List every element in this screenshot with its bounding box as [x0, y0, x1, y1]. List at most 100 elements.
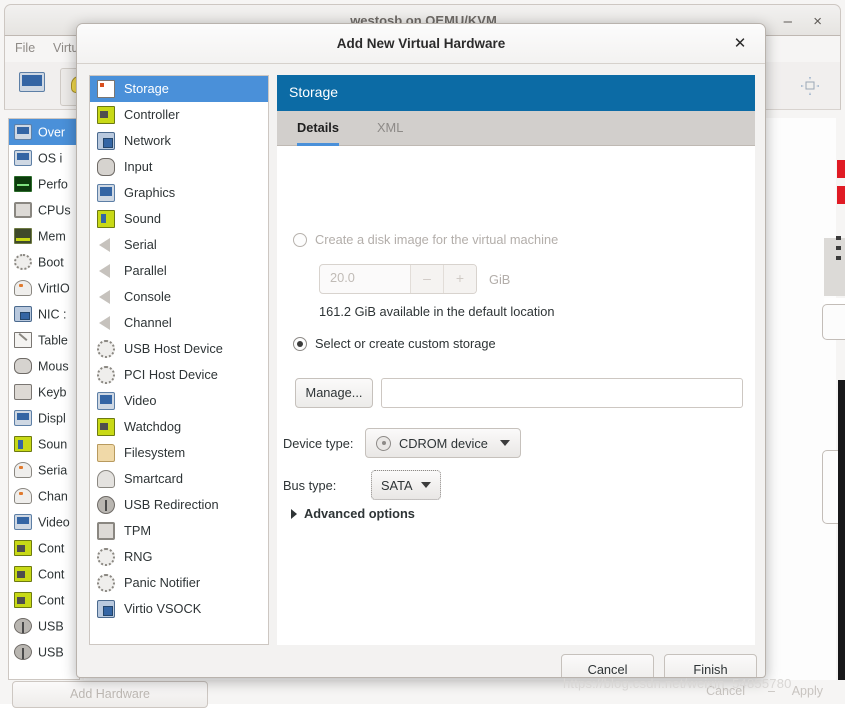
sound-icon: [12, 435, 34, 455]
screen-edge: [838, 380, 845, 680]
background-hardware-label: OS i: [38, 151, 63, 166]
network-icon: [12, 305, 34, 325]
hardware-type-item-usb-redirection[interactable]: USB Redirection: [90, 492, 268, 518]
cancel-button[interactable]: Cancel: [561, 654, 654, 677]
radio-create-disk[interactable]: [293, 232, 307, 247]
monitor-icon[interactable]: [19, 72, 45, 92]
background-hardware-item[interactable]: Soun: [9, 431, 79, 457]
disk-size-stepper[interactable]: 20.0 – +: [319, 264, 477, 294]
advanced-options-label: Advanced options: [304, 506, 415, 521]
tab-strip: Details XML: [277, 111, 755, 146]
background-hardware-label: Over: [38, 125, 66, 140]
background-hardware-item[interactable]: VirtIO: [9, 275, 79, 301]
hardware-type-item-rng[interactable]: RNG: [90, 544, 268, 570]
hardware-type-item-input[interactable]: Input: [90, 154, 268, 180]
sound-icon: [14, 435, 32, 452]
hardware-type-item-usb-host-device[interactable]: USB Host Device: [90, 336, 268, 362]
create-disk-label: Create a disk image for the virtual mach…: [315, 232, 559, 247]
hardware-type-item-controller[interactable]: Controller: [90, 102, 268, 128]
keyboard-icon: [12, 383, 34, 403]
hardware-type-item-tpm[interactable]: TPM: [90, 518, 268, 544]
create-disk-radio-row[interactable]: Create a disk image for the virtual mach…: [293, 232, 558, 247]
performance-icon: [14, 175, 32, 192]
hardware-type-item-graphics[interactable]: Graphics: [90, 180, 268, 206]
background-hardware-item[interactable]: Cont: [9, 587, 79, 613]
fullscreen-icon[interactable]: [798, 74, 822, 101]
background-hardware-item[interactable]: Mous: [9, 353, 79, 379]
hardware-type-item-network[interactable]: Network: [90, 128, 268, 154]
background-hardware-item[interactable]: Over: [9, 119, 79, 145]
disk-size-decrement-button[interactable]: –: [410, 265, 443, 293]
background-hardware-item[interactable]: Chan: [9, 483, 79, 509]
background-hardware-list[interactable]: Over OS i Perfo CPUs Mem Boot VirtIO NIC : Table…: [8, 118, 80, 680]
hardware-type-item-smartcard[interactable]: Smartcard: [90, 466, 268, 492]
hardware-type-item-watchdog[interactable]: Watchdog: [90, 414, 268, 440]
menu-file[interactable]: File: [15, 41, 35, 55]
speaker-icon: [97, 262, 115, 280]
finish-button[interactable]: Finish: [664, 654, 757, 677]
hardware-type-label: Virtio VSOCK: [124, 601, 202, 616]
background-hardware-item[interactable]: Keyb: [9, 379, 79, 405]
bus-type-select[interactable]: SATA: [371, 470, 441, 500]
tab-details[interactable]: Details: [297, 111, 339, 146]
background-apply-button[interactable]: Apply: [792, 684, 823, 698]
smartcard-icon: [97, 470, 115, 488]
storage-path-input[interactable]: [381, 378, 743, 408]
hardware-type-item-channel[interactable]: Channel: [90, 310, 268, 336]
background-hardware-item[interactable]: Displ: [9, 405, 79, 431]
network-icon: [97, 132, 115, 150]
background-hardware-item[interactable]: CPUs: [9, 197, 79, 223]
hardware-type-list[interactable]: Storage Controller Network Input Graphics Sou…: [89, 75, 269, 645]
background-hardware-item[interactable]: Perfo: [9, 171, 79, 197]
background-hardware-item[interactable]: Mem: [9, 223, 79, 249]
background-hardware-label: Video: [38, 515, 70, 530]
close-icon[interactable]: ×: [813, 13, 822, 30]
disk-size-increment-button[interactable]: +: [443, 265, 476, 293]
device-type-select[interactable]: CDROM device: [365, 428, 521, 458]
background-hardware-item[interactable]: Video: [9, 509, 79, 535]
hardware-type-item-video[interactable]: Video: [90, 388, 268, 414]
background-hardware-item[interactable]: Cont: [9, 535, 79, 561]
hardware-type-item-virtio-vsock[interactable]: Virtio VSOCK: [90, 596, 268, 622]
background-hardware-item[interactable]: Boot: [9, 249, 79, 275]
hardware-type-item-parallel[interactable]: Parallel: [90, 258, 268, 284]
accent-marker: [837, 186, 845, 204]
watermark-text: https://blog.csdn.net/weixin_54855780: [563, 676, 792, 691]
background-hardware-item[interactable]: OS i: [9, 145, 79, 171]
hardware-type-item-storage[interactable]: Storage: [90, 76, 268, 102]
monitor-icon: [12, 513, 34, 533]
hardware-type-item-filesystem[interactable]: Filesystem: [90, 440, 268, 466]
background-hardware-item[interactable]: Cont: [9, 561, 79, 587]
advanced-options-toggle[interactable]: Advanced options: [291, 506, 415, 521]
controller-icon: [12, 539, 34, 559]
hardware-type-item-sound[interactable]: Sound: [90, 206, 268, 232]
background-hardware-item[interactable]: NIC :: [9, 301, 79, 327]
hardware-type-item-pci-host-device[interactable]: PCI Host Device: [90, 362, 268, 388]
monitor-icon: [12, 149, 34, 169]
close-icon[interactable]: ✕: [729, 33, 751, 55]
chip-icon: [97, 522, 115, 540]
hardware-type-item-console[interactable]: Console: [90, 284, 268, 310]
background-hardware-item[interactable]: Seria: [9, 457, 79, 483]
disk-size-value[interactable]: 20.0: [320, 265, 410, 293]
bus-type-value: SATA: [381, 477, 413, 493]
background-hardware-item[interactable]: Table: [9, 327, 79, 353]
monitor-icon: [97, 184, 115, 202]
hardware-type-item-serial[interactable]: Serial: [90, 232, 268, 258]
manage-button[interactable]: Manage...: [295, 378, 373, 408]
minimize-icon[interactable]: –: [784, 13, 792, 30]
speaker-icon: [99, 316, 110, 330]
background-hardware-label: Chan: [38, 489, 68, 504]
mouse-icon: [14, 357, 32, 374]
radio-custom-storage[interactable]: [293, 336, 307, 351]
controller-icon: [97, 418, 115, 436]
menu-virtual-machine[interactable]: Virtu: [53, 41, 78, 55]
disk-size-row: 20.0 – + GiB: [319, 264, 510, 294]
hardware-type-label: Filesystem: [124, 445, 186, 460]
background-hardware-item[interactable]: USB: [9, 613, 79, 639]
background-hardware-item[interactable]: USB: [9, 639, 79, 665]
monitor-icon: [97, 184, 115, 202]
custom-storage-radio-row[interactable]: Select or create custom storage: [293, 336, 496, 351]
tab-xml[interactable]: XML: [377, 111, 403, 146]
hardware-type-item-panic-notifier[interactable]: Panic Notifier: [90, 570, 268, 596]
